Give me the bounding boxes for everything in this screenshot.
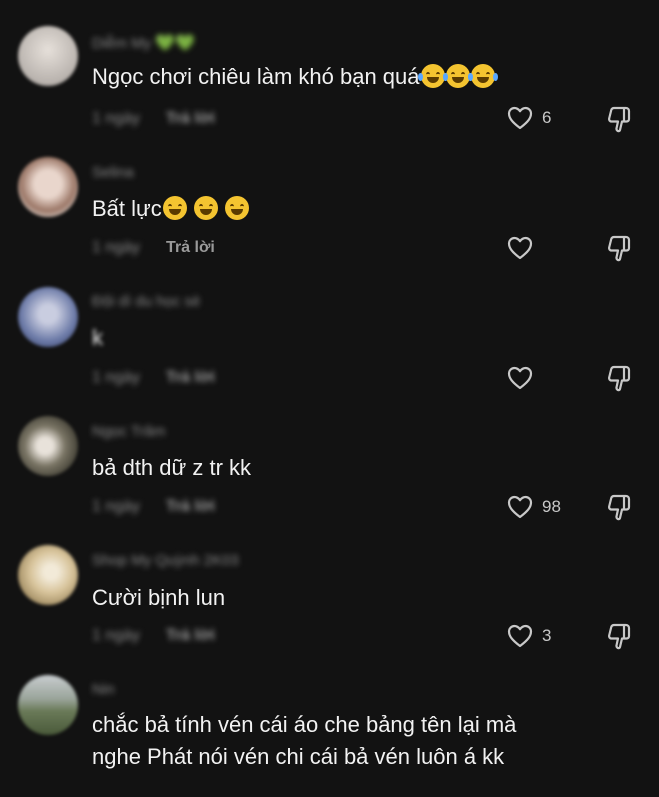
comment-username[interactable]: Đội dì du học sè <box>92 293 200 311</box>
grinning-squint-emoji <box>193 196 218 220</box>
comment-meta: 1 ngày Trả lời <box>92 110 215 128</box>
comment-username[interactable]: Selina <box>92 164 134 182</box>
comment-timestamp: 1 ngày <box>92 627 141 644</box>
like-button[interactable]: 6 <box>506 104 551 132</box>
like-count: 6 <box>542 108 552 127</box>
like-count: 98 <box>542 497 561 516</box>
comment-text: bả dth dữ z tr kk <box>92 455 252 480</box>
comment-text: chắc bả tính vén cái áo che bảng tên lại… <box>92 709 516 773</box>
dislike-icon[interactable] <box>604 363 634 393</box>
comment-meta: 1 ngày Trả lời <box>92 369 215 387</box>
comment-timestamp: 1 ngày <box>92 110 141 127</box>
comment-timestamp: 1 ngày <box>92 498 141 515</box>
grinning-squint-emoji <box>225 196 249 220</box>
dislike-icon[interactable] <box>604 621 634 651</box>
avatar[interactable] <box>18 157 78 217</box>
heart-icon <box>507 624 533 648</box>
laugh-crying-emoji <box>467 64 498 88</box>
comment-text-line: chắc bả tính vén cái áo che bảng tên lại… <box>92 712 517 737</box>
dislike-icon[interactable] <box>604 104 634 134</box>
reply-button[interactable]: Trả lời <box>166 627 215 644</box>
heart-icon <box>507 106 533 130</box>
like-count: 3 <box>542 626 552 645</box>
reply-button[interactable]: Trả lời <box>166 239 215 256</box>
like-button[interactable]: 98 <box>506 493 561 521</box>
comment-meta: 1 ngày Trả lời <box>92 239 215 257</box>
reply-button[interactable]: Trả lời <box>166 110 215 127</box>
comment-text: Cười bịnh lun <box>92 585 226 610</box>
avatar[interactable] <box>18 26 78 86</box>
laugh-crying-emoji <box>417 64 448 88</box>
comment-meta: 1 ngày Trả lời <box>92 627 215 645</box>
laugh-crying-emoji <box>442 64 473 88</box>
heart-icon <box>507 236 533 260</box>
reply-button[interactable]: Trả lời <box>166 498 215 515</box>
green-hearts-emoji: 💚💚 <box>155 35 196 52</box>
heart-icon <box>507 366 533 390</box>
avatar[interactable] <box>18 287 78 347</box>
comment-text: Bất lực <box>92 193 249 225</box>
grinning-squint-emoji <box>162 196 187 220</box>
comment-timestamp: 1 ngày <box>92 239 141 256</box>
dislike-icon[interactable] <box>604 492 634 522</box>
reply-button[interactable]: Trả lời <box>166 369 215 386</box>
heart-icon <box>507 495 533 519</box>
dislike-icon[interactable] <box>604 233 634 263</box>
avatar[interactable] <box>18 416 78 476</box>
like-button[interactable] <box>506 234 542 262</box>
comment-text: Ngọc chơi chiêu làm khó bạn quá <box>92 61 498 93</box>
avatar[interactable] <box>18 675 78 735</box>
like-button[interactable]: 3 <box>506 622 551 650</box>
comment-text: k <box>92 325 103 350</box>
comment-username[interactable]: Shop My Quỳnh 2K03 <box>92 552 239 570</box>
comment-meta: 1 ngày Trả lời <box>92 498 215 516</box>
comment-username[interactable]: Diễm My 💚💚 <box>92 33 196 52</box>
comment-timestamp: 1 ngày <box>92 369 141 386</box>
comment-username[interactable]: Nin <box>92 681 115 699</box>
like-button[interactable] <box>506 364 542 392</box>
avatar[interactable] <box>18 545 78 605</box>
comment-username[interactable]: Ngọc Trâm <box>92 423 165 441</box>
comment-text-line: nghe Phát nói vén chi cái bả vén luôn á … <box>92 744 505 769</box>
